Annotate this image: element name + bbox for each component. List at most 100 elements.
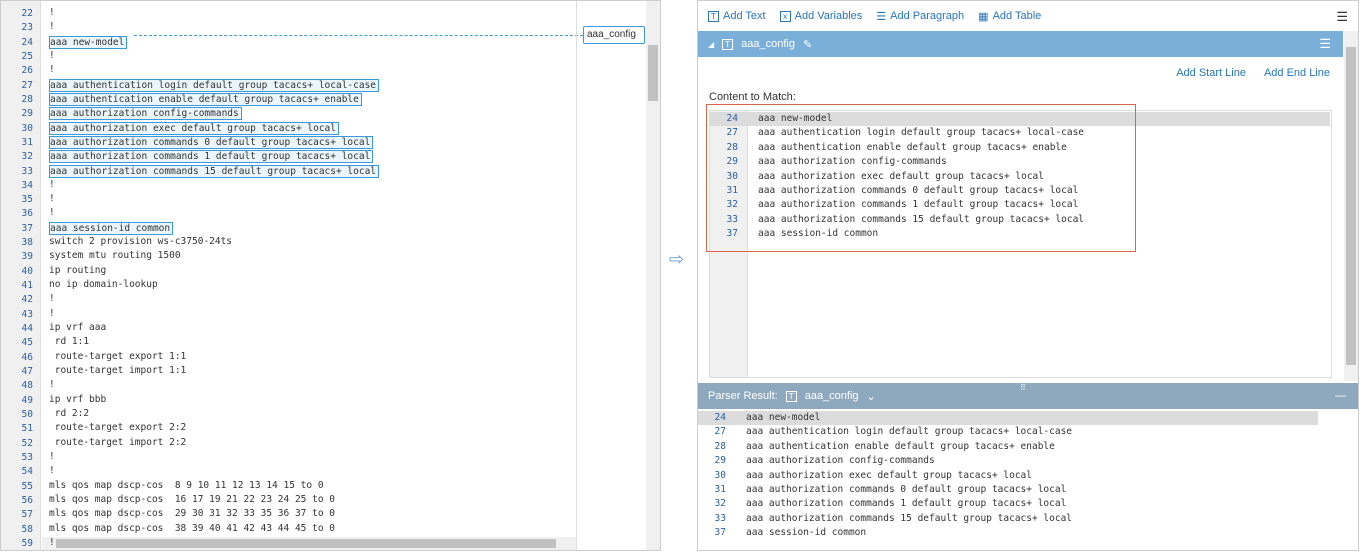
line-number: 54 xyxy=(21,466,33,478)
code-line[interactable]: ip routing xyxy=(49,265,108,278)
scrollbar-thumb[interactable] xyxy=(648,45,658,101)
line-number: 33 xyxy=(21,165,33,177)
line-number: 39 xyxy=(21,251,33,263)
code-line[interactable]: ! xyxy=(49,293,57,306)
line-number: 44 xyxy=(21,323,33,335)
result-line: 32 aaa authorization commands 1 default g… xyxy=(698,497,1318,511)
line-number: 37 xyxy=(21,222,33,234)
line-number: 49 xyxy=(21,394,33,406)
code-line[interactable]: route-target import 2:2 xyxy=(49,437,188,450)
line-number: 40 xyxy=(21,265,33,277)
code-line[interactable]: mls qos map dscp-cos 38 39 40 41 42 43 4… xyxy=(49,523,337,536)
line-number: 32 xyxy=(714,498,726,510)
result-line: 37 aaa session-id common xyxy=(698,526,1318,540)
line-text: aaa session-id common xyxy=(746,527,867,539)
code-line[interactable]: ! xyxy=(49,379,57,392)
table-icon: ▦ xyxy=(978,10,989,23)
matched-code-line[interactable]: aaa authorization config-commands xyxy=(49,107,242,121)
code-line[interactable]: mls qos map dscp-cos 16 17 19 21 22 23 2… xyxy=(49,494,337,507)
tag-label-aaa-config[interactable]: aaa_config xyxy=(583,26,645,44)
line-number: 43 xyxy=(21,308,33,320)
line-number: 31 xyxy=(21,136,33,148)
h-scrollbar-thumb[interactable] xyxy=(56,539,556,548)
line-number: 27 xyxy=(21,79,33,91)
line-number: 56 xyxy=(21,494,33,506)
code-line[interactable]: rd 2:2 xyxy=(49,408,91,421)
add-start-line-link[interactable]: Add Start Line xyxy=(1176,67,1246,79)
line-number: 38 xyxy=(21,237,33,249)
matched-code-line[interactable]: aaa authorization commands 15 default gr… xyxy=(49,164,380,178)
text-icon: T xyxy=(785,390,797,402)
line-number: 22 xyxy=(21,8,33,19)
right-scrollbar-thumb[interactable] xyxy=(1346,47,1356,365)
minimize-icon[interactable]: — xyxy=(1335,390,1346,402)
result-line: 33 aaa authorization commands 15 default … xyxy=(698,512,1318,526)
add-paragraph-button[interactable]: ☰ Add Paragraph xyxy=(876,10,964,23)
code-line[interactable]: ! xyxy=(49,7,57,20)
template-panel: T Add Text x Add Variables ☰ Add Paragraph … xyxy=(697,0,1359,551)
matched-code-line[interactable]: aaa authentication enable default group … xyxy=(49,92,362,106)
code-line[interactable]: route-target export 1:1 xyxy=(49,351,188,364)
code-line[interactable]: mls qos map dscp-cos 8 9 10 11 12 13 14 … xyxy=(49,480,326,493)
line-number: 59 xyxy=(21,537,33,549)
add-variables-button[interactable]: x Add Variables xyxy=(779,10,862,22)
code-line[interactable]: route-target import 1:1 xyxy=(49,365,188,378)
parser-select[interactable]: aaa_config xyxy=(805,390,859,402)
collapse-triangle-icon[interactable]: ◢ xyxy=(708,40,714,49)
vertical-scrollbar[interactable] xyxy=(646,1,660,550)
code-line[interactable]: ! xyxy=(49,451,57,464)
code-line[interactable]: ! xyxy=(49,537,57,550)
line-number: 41 xyxy=(21,280,33,292)
line-number: 36 xyxy=(21,208,33,220)
result-line: 29 aaa authorization config-commands xyxy=(698,454,1318,468)
parser-result-header: Parser Result: T aaa_config ⌄ ⠿ — xyxy=(698,383,1358,409)
result-line: 30 aaa authorization exec default group t… xyxy=(698,469,1318,483)
code-line[interactable]: system mtu routing 1500 xyxy=(49,250,183,263)
tag-column xyxy=(576,1,646,550)
line-text: aaa authentication login default group t… xyxy=(746,426,1073,438)
code-line[interactable]: mls qos map dscp-cos 29 30 31 32 33 35 3… xyxy=(49,508,337,521)
code-line[interactable]: no ip domain-lookup xyxy=(49,279,160,292)
code-line[interactable]: ! xyxy=(49,207,57,220)
line-number: 34 xyxy=(21,179,33,191)
line-number: 32 xyxy=(21,151,33,163)
code-line[interactable]: route-target export 2:2 xyxy=(49,422,188,435)
code-line[interactable]: switch 2 provision ws-c3750-24ts xyxy=(49,236,234,249)
line-number: 46 xyxy=(21,351,33,363)
matched-code-line[interactable]: aaa authorization commands 1 default gro… xyxy=(49,150,374,164)
line-number: 35 xyxy=(21,194,33,206)
add-text-button[interactable]: T Add Text xyxy=(708,10,766,22)
code-line[interactable]: ! xyxy=(49,308,57,321)
code-line[interactable]: ! xyxy=(49,64,57,77)
result-line: 28 aaa authentication enable default grou… xyxy=(698,440,1318,454)
right-scrollbar[interactable] xyxy=(1344,31,1358,381)
code-line[interactable]: rd 1:1 xyxy=(49,336,91,349)
code-line[interactable]: ip vrf bbb xyxy=(49,394,108,407)
resize-handle-icon[interactable]: ⠿ xyxy=(1020,383,1026,392)
hamburger-menu-icon[interactable]: ☰ xyxy=(1336,9,1348,25)
paragraph-icon: ☰ xyxy=(876,10,887,23)
matched-code-line[interactable]: aaa session-id common xyxy=(49,221,174,235)
matched-code-line[interactable]: aaa authentication login default group t… xyxy=(49,78,380,92)
code-line[interactable]: ! xyxy=(49,465,57,478)
code-line[interactable]: ip vrf aaa xyxy=(49,322,108,335)
code-line[interactable]: ! xyxy=(49,193,57,206)
code-line[interactable]: ! xyxy=(49,179,57,192)
horizontal-scrollbar[interactable] xyxy=(42,537,576,550)
matched-code-line[interactable]: aaa authorization commands 0 default gro… xyxy=(49,135,374,149)
add-table-button[interactable]: ▦ Add Table xyxy=(978,10,1041,23)
code-line[interactable]: ! xyxy=(49,21,57,34)
section-menu-icon[interactable]: ☰ xyxy=(1319,36,1331,52)
add-end-line-link[interactable]: Add End Line xyxy=(1264,67,1330,79)
arrow-right-icon: ⇨ xyxy=(669,249,685,269)
line-number: 24 xyxy=(714,412,726,423)
section-header[interactable]: ◢ T aaa_config ✎ ☰ xyxy=(698,31,1343,57)
matched-code-line[interactable]: aaa new-model xyxy=(49,35,128,49)
highlight-box xyxy=(706,104,1136,252)
line-number: 24 xyxy=(21,36,33,48)
code-line[interactable]: ! xyxy=(49,50,57,63)
matched-code-line[interactable]: aaa authorization exec default group tac… xyxy=(49,121,339,135)
line-number: 55 xyxy=(21,480,33,492)
chevron-down-icon[interactable]: ⌄ xyxy=(867,390,876,403)
edit-pencil-icon[interactable]: ✎ xyxy=(803,38,812,51)
